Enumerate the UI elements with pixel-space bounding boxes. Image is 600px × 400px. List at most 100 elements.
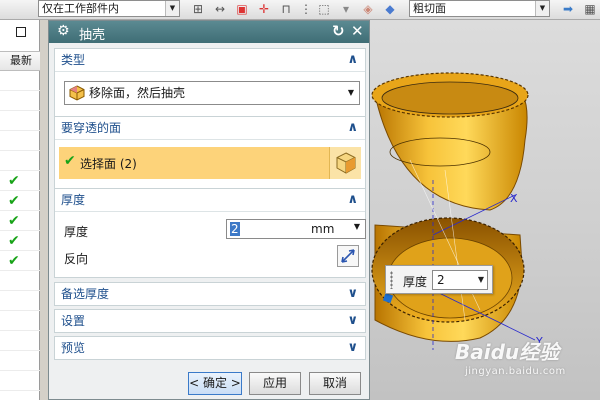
chevron-down-icon[interactable]: ▼ xyxy=(354,222,360,231)
check-icon: ✔ xyxy=(8,253,20,269)
separator-icon: ⋮ xyxy=(300,2,312,16)
cube-icon xyxy=(69,85,85,108)
preview-heading: 预览 xyxy=(61,341,86,355)
preview-group[interactable]: 预览 ∨ xyxy=(54,336,366,360)
apply-button[interactable]: 应用 xyxy=(249,372,301,395)
thickness-group-heading: 厚度 xyxy=(61,193,86,207)
chevron-up-icon[interactable]: ∧ xyxy=(347,49,358,71)
drag-grip-icon[interactable] xyxy=(390,271,393,289)
preview-header[interactable]: 预览 ∨ xyxy=(55,337,365,359)
column-header-label: 最新 xyxy=(10,54,32,67)
point-filter-icon[interactable]: ▣ xyxy=(234,1,250,17)
chevron-down-icon[interactable]: ▼ xyxy=(165,1,179,16)
rectangle-select-icon[interactable]: ⬚ xyxy=(316,1,332,17)
render-style-dropdown[interactable]: 粗切面 ▼ xyxy=(409,0,550,17)
thickness-group-header[interactable]: 厚度 ∧ xyxy=(55,189,365,211)
thickness-value[interactable]: 2 xyxy=(230,222,240,236)
list-row[interactable] xyxy=(0,291,40,311)
divider xyxy=(55,211,365,212)
shell-type-select[interactable]: 移除面，然后抽壳 ▼ xyxy=(64,81,360,105)
cancel-button[interactable]: 取消 xyxy=(309,372,361,395)
move-icon[interactable]: ↔ xyxy=(212,1,228,17)
crosshair-icon[interactable]: ✛ xyxy=(256,1,272,17)
list-row[interactable] xyxy=(0,111,40,131)
face-selector-button[interactable] xyxy=(329,147,361,179)
lock-icon[interactable]: ⊓ xyxy=(278,1,294,17)
selection-scope-value: 仅在工作部件内 xyxy=(42,2,119,15)
cube-view-icon[interactable]: ◆ xyxy=(382,1,398,17)
type-group-heading: 类型 xyxy=(61,53,86,67)
chevron-up-icon[interactable]: ∧ xyxy=(347,117,358,139)
gear-icon[interactable]: ⚙ xyxy=(57,23,70,39)
selection-scope-dropdown[interactable]: 仅在工作部件内 ▼ xyxy=(38,0,180,17)
list-row[interactable] xyxy=(0,151,40,171)
snap-icon[interactable]: ⊞ xyxy=(190,1,206,17)
reset-icon[interactable]: ↻ xyxy=(332,22,345,40)
part-navigator-panel: 最新 ✔ ✔ ✔ ✔ ✔ xyxy=(0,20,40,400)
thickness-unit: mm xyxy=(311,222,335,236)
type-group-header[interactable]: 类型 ∧ xyxy=(55,49,365,71)
check-icon: ✔ xyxy=(8,233,20,249)
check-icon: ✔ xyxy=(8,173,20,189)
check-icon: ✔ xyxy=(8,193,20,209)
arrow-right-icon[interactable]: ➡ xyxy=(560,1,576,17)
list-row[interactable] xyxy=(0,351,40,371)
divider xyxy=(55,139,365,140)
thickness-input[interactable]: 2 mm ▼ xyxy=(226,219,366,239)
list-row[interactable] xyxy=(0,71,40,91)
column-header-latest[interactable]: 最新 xyxy=(0,51,40,71)
divider xyxy=(55,71,365,72)
list-row[interactable] xyxy=(0,371,40,391)
settings-header[interactable]: 设置 ∨ xyxy=(55,310,365,332)
list-row[interactable] xyxy=(0,331,40,351)
faces-group-heading: 要穿透的面 xyxy=(61,121,122,135)
chevron-down-icon[interactable]: ▼ xyxy=(478,271,484,289)
chevron-up-icon[interactable]: ∧ xyxy=(347,189,358,211)
grid-icon[interactable]: ▦ xyxy=(582,1,598,17)
watermark-brand: Baidu经验 xyxy=(455,340,560,364)
settings-heading: 设置 xyxy=(61,314,86,328)
alternate-thickness-header[interactable]: 备选厚度 ∨ xyxy=(55,283,365,305)
render-style-value: 粗切面 xyxy=(413,2,446,15)
list-row[interactable]: ✔ xyxy=(0,171,40,191)
ok-button[interactable]: < 确定 > xyxy=(188,372,242,395)
list-row[interactable] xyxy=(0,271,40,291)
reverse-label: 反向 xyxy=(64,252,89,266)
list-row[interactable]: ✔ xyxy=(0,251,40,271)
check-icon: ✔ xyxy=(8,213,20,229)
view-options-icon[interactable]: ▾ xyxy=(338,1,354,17)
list-row[interactable] xyxy=(0,91,40,111)
chevron-down-icon[interactable]: ∨ xyxy=(347,310,358,332)
chevron-down-icon[interactable]: ∨ xyxy=(347,283,358,305)
maximize-icon[interactable] xyxy=(16,27,26,37)
chevron-down-icon[interactable]: ▼ xyxy=(535,1,549,16)
list-row[interactable]: ✔ xyxy=(0,191,40,211)
list-row[interactable]: ✔ xyxy=(0,231,40,251)
reverse-direction-button[interactable] xyxy=(337,245,359,267)
overlay-thickness-value: 2 xyxy=(437,273,445,287)
alternate-thickness-group[interactable]: 备选厚度 ∨ xyxy=(54,282,366,306)
dialog-title-bar[interactable]: ⚙ 抽壳 ↻ ✕ xyxy=(49,21,369,43)
faces-group-header[interactable]: 要穿透的面 ∧ xyxy=(55,117,365,139)
floating-thickness-editor[interactable]: 厚度 2 ▼ xyxy=(385,265,493,294)
chevron-down-icon[interactable]: ∨ xyxy=(347,337,358,359)
overlay-thickness-input[interactable]: 2 ▼ xyxy=(432,270,488,290)
close-icon[interactable]: ✕ xyxy=(351,22,364,40)
cube-icon xyxy=(336,152,356,174)
chevron-down-icon[interactable]: ▼ xyxy=(348,82,354,104)
thickness-group: 厚度 ∧ 厚度 2 mm ▼ 反向 xyxy=(54,188,366,278)
shell-type-value: 移除面，然后抽壳 xyxy=(89,86,186,100)
overlay-thickness-label: 厚度 xyxy=(403,275,428,289)
list-row[interactable] xyxy=(0,131,40,151)
settings-group[interactable]: 设置 ∨ xyxy=(54,309,366,333)
dialog-title: 抽壳 xyxy=(79,28,106,43)
axis-x-label: X xyxy=(510,192,518,205)
check-icon: ✔ xyxy=(64,153,76,169)
main-toolbar: 仅在工作部件内 ▼ ⊞ ↔ ▣ ✛ ⊓ ⋮ ⬚ ▾ ◈ ◆ 粗切面 ▼ ➡ ▦ xyxy=(0,0,600,20)
list-row[interactable] xyxy=(0,311,40,331)
reverse-arrows-icon xyxy=(341,249,355,263)
select-face-row[interactable]: ✔ 选择面 (2) xyxy=(59,147,361,179)
shaded-view-icon[interactable]: ◈ xyxy=(360,1,376,17)
list-row[interactable]: ✔ xyxy=(0,211,40,231)
baidu-watermark: Baidu经验 jingyan.baidu.com xyxy=(455,336,595,386)
